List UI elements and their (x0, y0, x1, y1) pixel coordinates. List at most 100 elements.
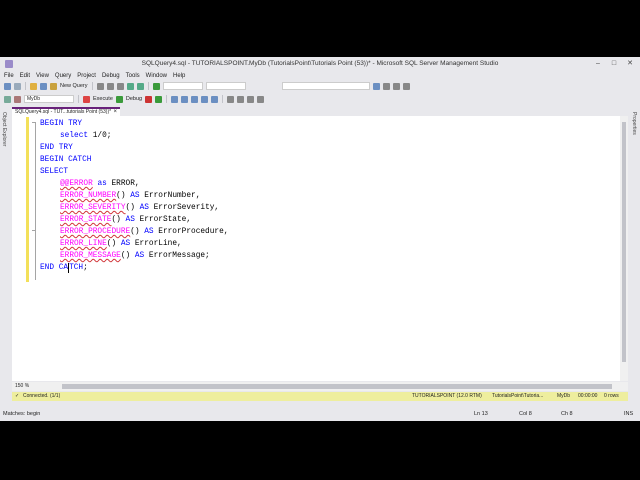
collapse-icon[interactable] (32, 122, 35, 123)
code-line[interactable]: END CA TCH; (40, 262, 620, 274)
code-line[interactable]: select 1/0; (40, 130, 620, 142)
code-token: END CA (40, 264, 69, 272)
menu-view[interactable]: View (36, 73, 49, 79)
code-token: AS (130, 192, 140, 200)
find-combo[interactable] (281, 82, 370, 90)
code-token: TCH (69, 264, 84, 272)
vertical-scrollbar[interactable] (620, 116, 628, 381)
comment-icon[interactable] (227, 95, 235, 103)
code-token: () (111, 216, 126, 224)
menu-debug[interactable]: Debug (102, 73, 120, 79)
execute-icon (83, 95, 90, 103)
debug-button[interactable]: Debug (126, 96, 142, 102)
code-line[interactable]: END TRY (40, 142, 620, 154)
increase-indent-icon[interactable] (257, 95, 265, 103)
redo-icon[interactable] (136, 82, 144, 90)
cut-icon[interactable] (96, 82, 104, 90)
back-icon[interactable] (4, 82, 11, 90)
start-icon[interactable] (152, 82, 160, 90)
properties-tab[interactable]: Properties (631, 112, 637, 135)
code-area[interactable]: BEGIN TRY select 1/0; END TRY BEGIN CATCH SE… (40, 118, 620, 274)
new-query-button[interactable]: New Query (60, 83, 88, 89)
server-name: TUTORIALSPOINT (12.0 RTM) (412, 393, 482, 399)
code-token: ErrorLine, (130, 240, 182, 248)
code-token: () (120, 252, 135, 260)
code-token: AS (134, 252, 145, 260)
toolbar-separator (78, 95, 79, 103)
code-line[interactable]: BEGIN TRY (40, 118, 620, 130)
database-name: MyDb (557, 393, 571, 399)
collapse-icon[interactable] (32, 230, 35, 231)
execute-button[interactable]: Execute (93, 96, 113, 102)
cancel-query-icon[interactable] (145, 95, 153, 103)
code-line[interactable]: @@ERROR as ERROR, (40, 178, 620, 190)
disconnect-icon[interactable] (14, 95, 21, 103)
column-number: Col 8 (519, 411, 532, 417)
code-token: AS (120, 240, 131, 248)
copy-icon[interactable] (106, 82, 114, 90)
code-line[interactable]: SELECT (40, 166, 620, 178)
menu-file[interactable]: File (4, 73, 14, 79)
standard-toolbar: New Query (0, 80, 640, 92)
forward-icon[interactable] (14, 82, 21, 90)
code-line[interactable]: BEGIN CATCH (40, 154, 620, 166)
code-line[interactable]: ERROR_LINE() AS ErrorLine, (40, 238, 620, 250)
document-tab[interactable]: SQLQuery4.sql - TUT...tutorials Point (5… (12, 107, 120, 116)
find-icon[interactable] (372, 82, 380, 90)
code-token: AS (139, 204, 149, 212)
uncomment-icon[interactable] (237, 95, 245, 103)
connection-status: Connected. (1/1) (23, 393, 61, 399)
undo-icon[interactable] (126, 82, 134, 90)
menu-edit[interactable]: Edit (20, 73, 30, 79)
menu-help[interactable]: Help (173, 73, 185, 79)
scrollbar-thumb[interactable] (622, 122, 626, 362)
connect-icon[interactable] (4, 95, 11, 103)
code-line[interactable]: ERROR_MESSAGE() AS ErrorMessage; (40, 250, 620, 262)
solution-platform-combo[interactable] (205, 82, 246, 90)
menu-query[interactable]: Query (55, 73, 71, 79)
results-text-icon[interactable] (191, 95, 199, 103)
new-query-icon[interactable] (50, 82, 57, 90)
paste-icon[interactable] (116, 82, 124, 90)
save-icon[interactable] (40, 82, 47, 90)
intellisense-icon[interactable] (181, 95, 189, 103)
results-grid-icon[interactable] (201, 95, 209, 103)
menu-window[interactable]: Window (146, 73, 167, 79)
menu-tools[interactable]: Tools (126, 73, 140, 79)
query-status-bar: ✓ Connected. (1/1) TUTORIALSPOINT (12.0 … (12, 392, 628, 401)
code-token: () (125, 204, 140, 212)
decrease-indent-icon[interactable] (247, 95, 255, 103)
new-project-icon[interactable] (30, 82, 37, 90)
properties-icon[interactable] (382, 82, 390, 90)
code-line[interactable]: ERROR_SEVERITY() AS ErrorSeverity, (40, 202, 620, 214)
database-selector[interactable]: MyDb (24, 95, 74, 103)
minimize-button[interactable]: – (592, 59, 604, 68)
code-token: as (92, 180, 112, 188)
menu-project[interactable]: Project (77, 73, 96, 79)
code-line[interactable]: ERROR_NUMBER() AS ErrorNumber, (40, 190, 620, 202)
code-token: () (116, 192, 131, 200)
close-tab-icon[interactable]: × (113, 109, 117, 116)
object-explorer-tab[interactable]: Object Explorer (1, 112, 7, 146)
code-token: select (60, 132, 89, 140)
zoom-level-selector[interactable]: 150 % (15, 383, 29, 389)
code-token: ; (83, 264, 88, 272)
line-number: Ln 13 (474, 411, 488, 417)
code-token: ErrorNumber, (139, 192, 201, 200)
plan-icon[interactable] (171, 95, 179, 103)
code-token: ERROR_STATE (60, 216, 112, 224)
close-button[interactable]: ✕ (624, 59, 636, 68)
code-line[interactable]: ERROR_PROCEDURE() AS ErrorProcedure, (40, 226, 620, 238)
toolbox-icon[interactable] (392, 82, 400, 90)
code-line[interactable]: ERROR_STATE() AS ErrorState, (40, 214, 620, 226)
maximize-button[interactable]: □ (608, 59, 620, 68)
horizontal-scrollbar[interactable] (62, 384, 612, 389)
parse-icon[interactable] (155, 95, 163, 103)
code-token: ERROR_PROCEDURE (60, 228, 131, 236)
toolbar-separator (147, 82, 149, 90)
query-editor[interactable]: BEGIN TRY select 1/0; END TRY BEGIN CATCH SE… (12, 116, 628, 381)
results-file-icon[interactable] (211, 95, 219, 103)
solution-config-combo[interactable] (162, 82, 203, 90)
code-token: ERROR_MESSAGE (60, 252, 121, 260)
options-icon[interactable] (402, 82, 410, 90)
